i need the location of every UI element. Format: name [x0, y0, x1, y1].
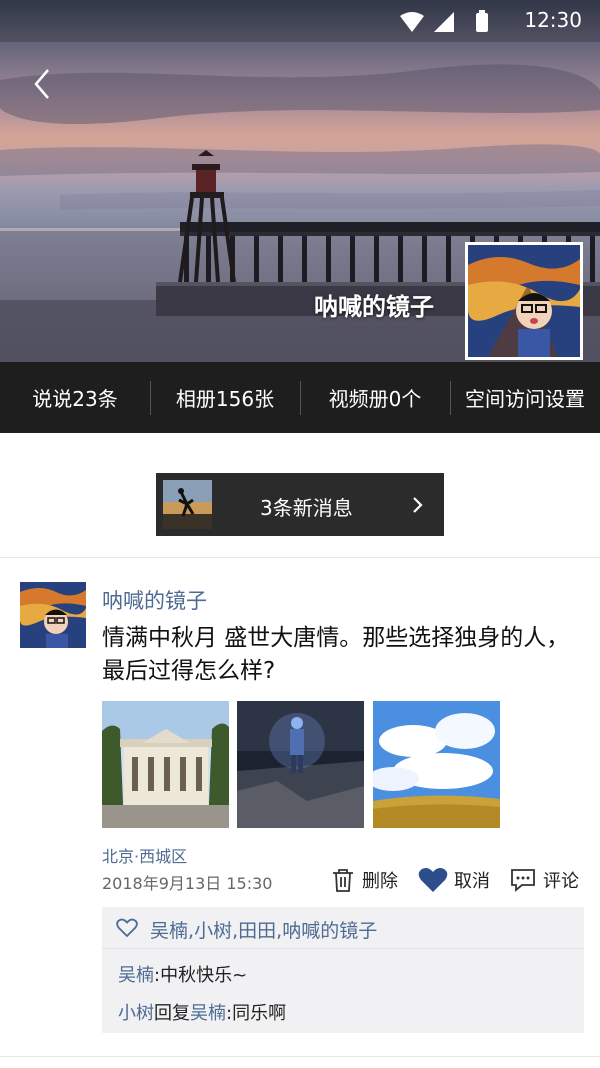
comment-user[interactable]: 小树 — [118, 1003, 154, 1024]
profile-stats-bar: 说说23条 相册156张 视频册0个 空间访问设置 — [0, 362, 600, 433]
avatar-image — [468, 245, 580, 357]
sky-field-photo — [373, 701, 500, 828]
liker-name[interactable]: 小树 — [194, 920, 232, 942]
divider — [0, 1056, 600, 1057]
wifi-icon — [400, 12, 424, 32]
liker-name[interactable]: 呐喊的镜子 — [282, 920, 377, 942]
trash-icon — [333, 869, 353, 892]
comment-text: 同乐啊 — [232, 1003, 287, 1024]
comment-text: 中秋快乐~ — [160, 965, 248, 986]
building-photo — [102, 701, 229, 828]
cover-banner: 12:30 呐喊的镜子 — [0, 0, 600, 362]
stat-albums[interactable]: 相册156张 — [150, 362, 300, 433]
chevron-left-icon — [34, 69, 49, 99]
signal-icon — [434, 12, 454, 32]
heart-outline-icon — [116, 918, 138, 938]
comment-item: 小树回复吴楠:同乐啊 — [118, 999, 286, 1025]
stat-videos[interactable]: 视频册0个 — [300, 362, 450, 433]
post-author-avatar[interactable] — [20, 582, 86, 648]
post-photo-2[interactable] — [237, 701, 364, 828]
comment-label: 评论 — [543, 871, 579, 892]
heart-filled-icon — [418, 868, 448, 892]
reply-to-user[interactable]: 吴楠 — [190, 1003, 226, 1024]
post-location[interactable]: 北京·西城区 — [102, 843, 187, 867]
comment-item: 吴楠:中秋快乐~ — [118, 961, 247, 987]
likes-names: 吴楠,小树,田田,呐喊的镜子 — [150, 916, 377, 943]
new-messages-button[interactable]: 3条新消息 — [156, 473, 444, 536]
likes-row: 吴楠,小树,田田,呐喊的镜子 — [102, 907, 584, 949]
post-timestamp: 2018年9月13日 15:30 — [102, 874, 273, 893]
night-figure-photo — [237, 701, 364, 828]
comment-icon — [511, 869, 535, 892]
comment-button[interactable]: 评论 — [509, 866, 579, 894]
post-feedback-box: 吴楠,小树,田田,呐喊的镜子 吴楠:中秋快乐~ 小树回复吴楠:同乐啊 — [102, 907, 584, 1033]
post-photo-3[interactable] — [373, 701, 500, 828]
reply-word: 回复 — [154, 1003, 190, 1024]
status-time: 12:30 — [524, 8, 582, 32]
liker-name[interactable]: 田田 — [238, 920, 276, 942]
back-button[interactable] — [28, 64, 58, 104]
comment-user[interactable]: 吴楠 — [118, 965, 154, 986]
stat-access-settings[interactable]: 空间访问设置 — [450, 362, 600, 433]
post-text: 情满中秋月 盛世大唐情。那些选择独身的人，最后过得怎么样? — [102, 625, 570, 684]
divider — [0, 557, 600, 558]
cancel-like-button[interactable]: 取消 — [418, 866, 490, 894]
profile-avatar[interactable] — [465, 242, 583, 360]
liker-name[interactable]: 吴楠 — [150, 920, 188, 942]
delete-button[interactable]: 删除 — [330, 866, 398, 894]
message-sender-thumbnail — [163, 480, 212, 529]
post-author-name[interactable]: 呐喊的镜子 — [102, 585, 207, 615]
post-photo-1[interactable] — [102, 701, 229, 828]
new-messages-label: 3条新消息 — [260, 496, 353, 520]
status-bar: 12:30 — [0, 0, 600, 42]
profile-name: 呐喊的镜子 — [314, 293, 434, 321]
delete-label: 删除 — [362, 871, 398, 892]
chevron-right-icon — [413, 497, 423, 513]
cancel-label: 取消 — [454, 871, 490, 892]
avatar-image — [20, 582, 86, 648]
battery-icon — [476, 10, 488, 32]
stat-posts[interactable]: 说说23条 — [0, 362, 150, 433]
